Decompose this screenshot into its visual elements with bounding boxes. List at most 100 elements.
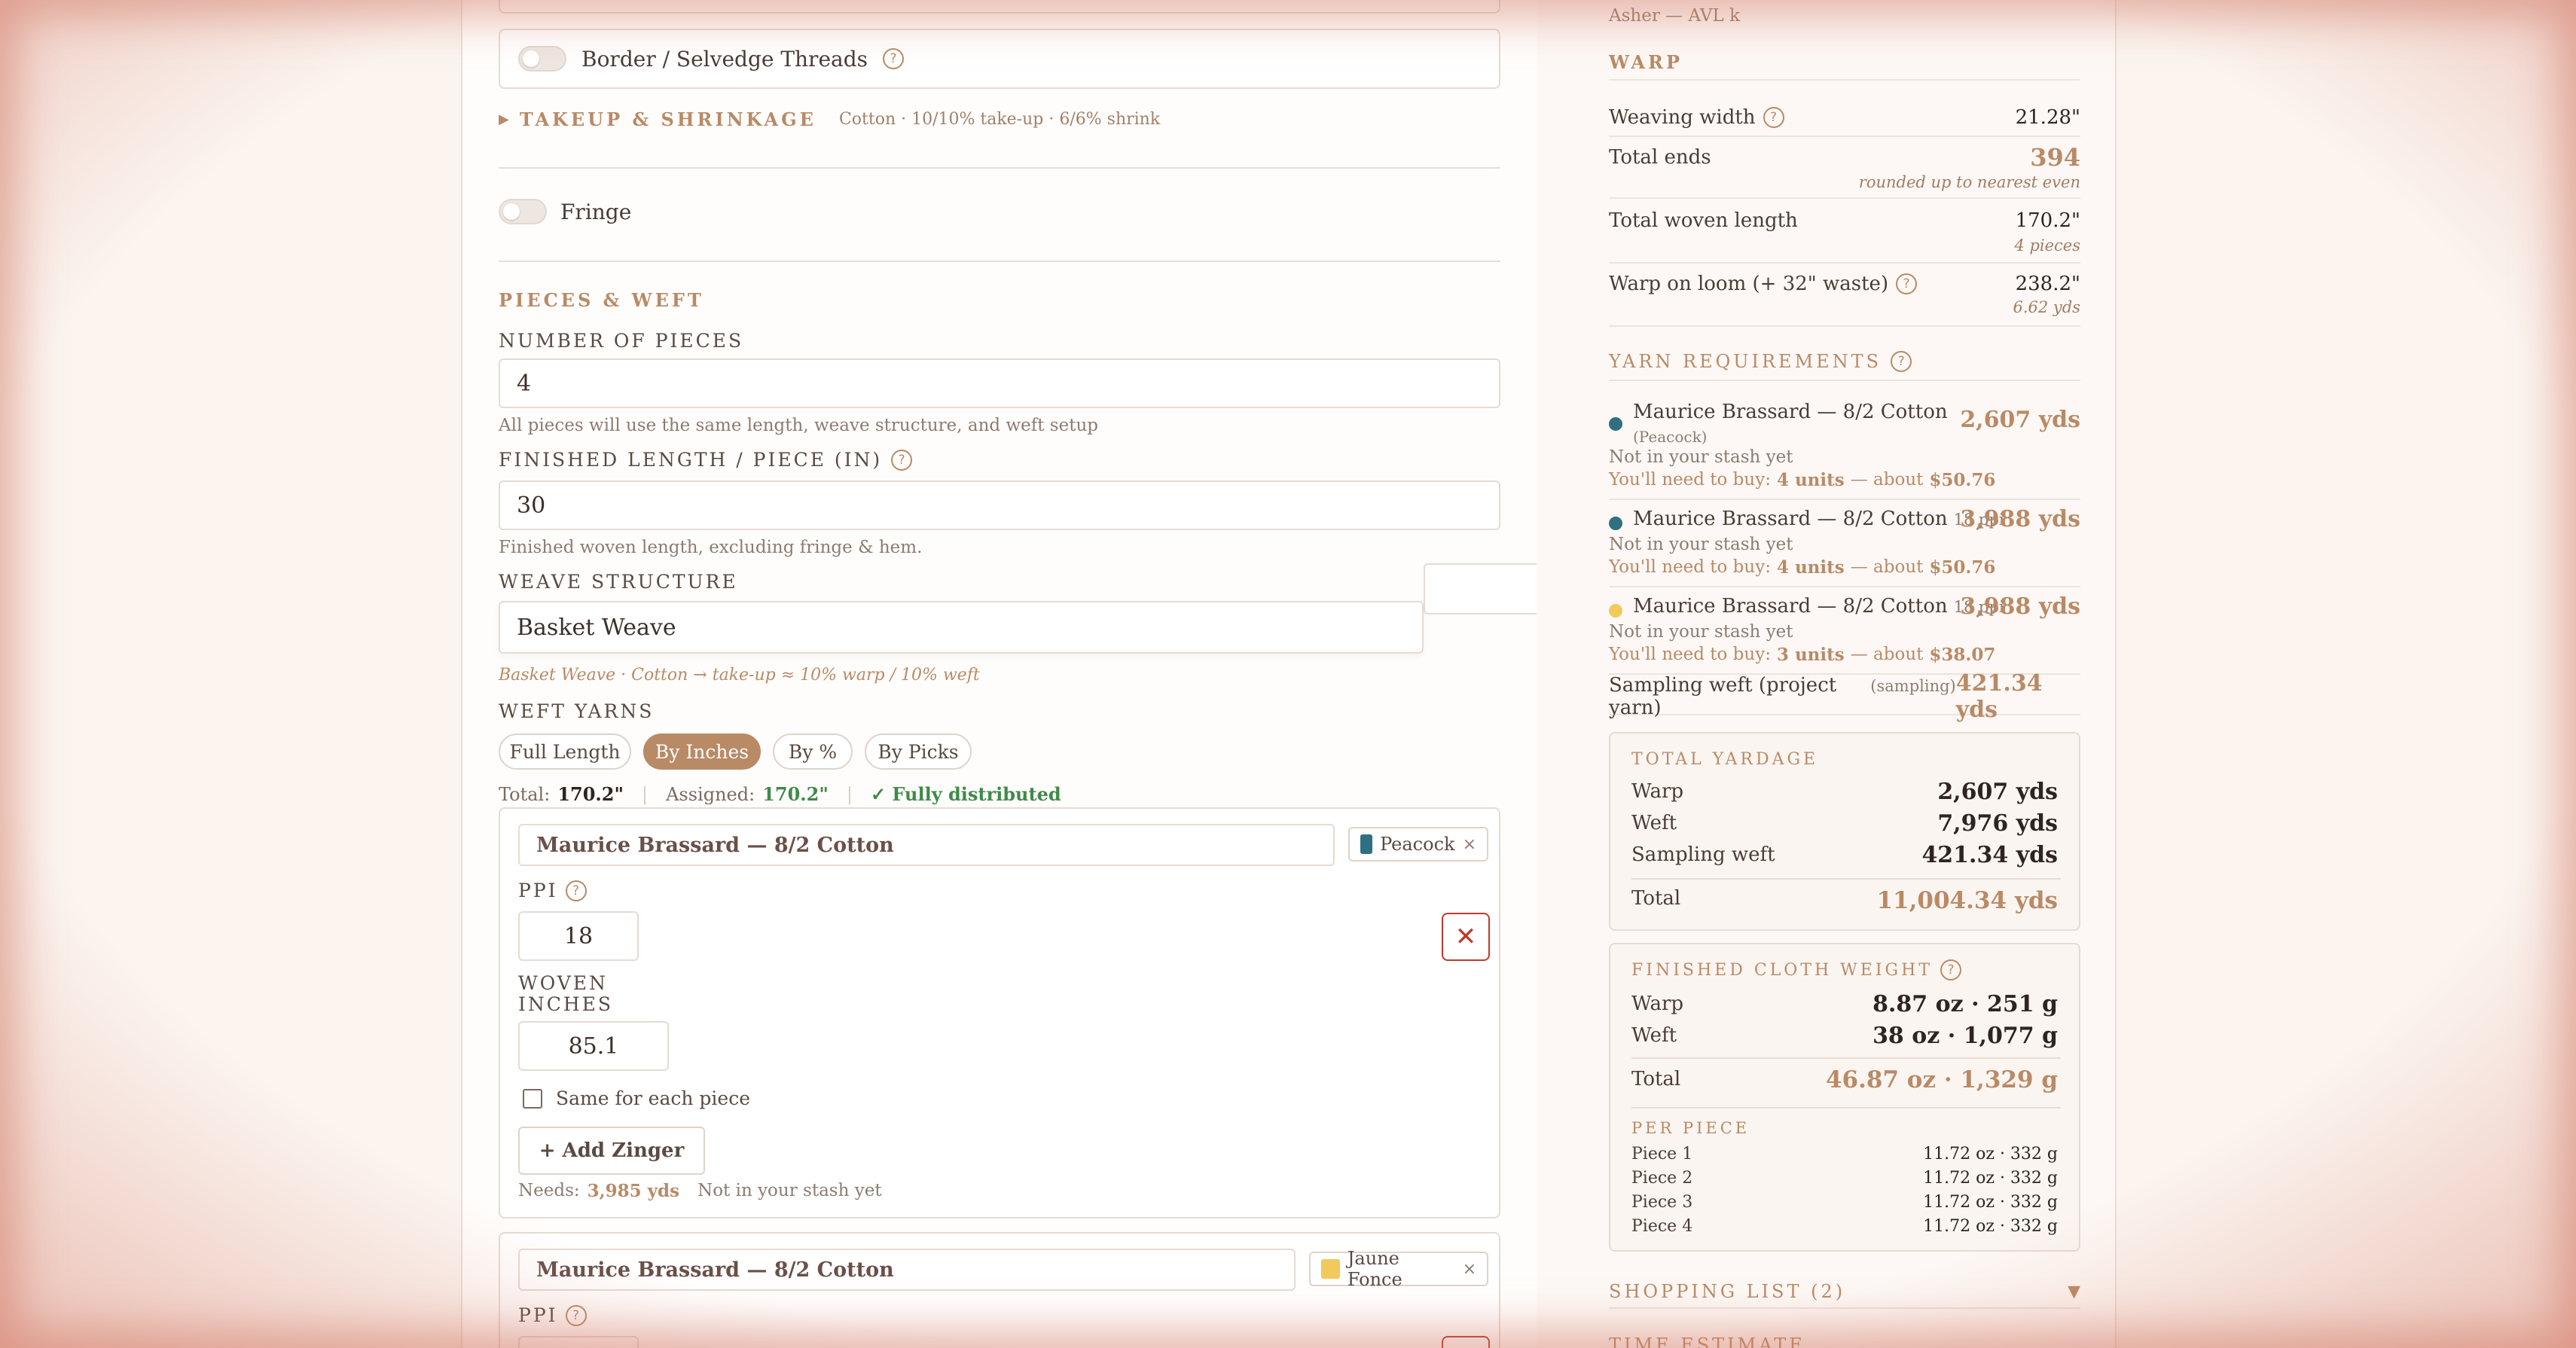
ppi-label: PPI (518, 1304, 558, 1326)
per-piece-heading: PER PIECE (1631, 1119, 1750, 1137)
fringe-toggle[interactable] (499, 199, 547, 224)
buy-units: 3 units (1776, 645, 1845, 665)
weight-total-label: Total (1631, 1068, 1681, 1090)
border-threads-label: Border / Selvedge Threads (581, 46, 868, 72)
remove-weft-button[interactable]: ✕ (1442, 1336, 1490, 1348)
warp-on-loom-value: 238.2" (2015, 273, 2080, 295)
num-pieces-input[interactable]: 4 (499, 358, 1500, 408)
help-icon[interactable]: ? (565, 880, 587, 901)
warp-on-loom-row: Warp on loom (+ 32" waste) ? 238.2" 6.62… (1609, 267, 2080, 327)
assigned-value: 170.2" (762, 783, 829, 805)
weft-mode-full-length[interactable]: Full Length (499, 733, 631, 770)
previous-field[interactable] (499, 0, 1500, 14)
color-tag[interactable]: Peacock × (1348, 827, 1488, 862)
close-icon[interactable]: × (1463, 1260, 1476, 1279)
weight-total-value: 46.87 oz · 1,329 g (1825, 1066, 2058, 1093)
help-icon[interactable]: ? (565, 1304, 587, 1326)
help-icon[interactable]: ? (1763, 107, 1784, 128)
fringe-row[interactable]: Fringe (499, 199, 631, 224)
piece-value: 11.72 oz · 332 g (1923, 1193, 2058, 1212)
assigned-label: Assigned: (666, 783, 755, 805)
piece-value: 11.72 oz · 332 g (1923, 1217, 2058, 1236)
weft-mode-by-inches[interactable]: By Inches (643, 733, 761, 770)
yarn-stash: Not in your stash yet (1609, 535, 1793, 554)
triangle-right-icon: ▶ (499, 111, 509, 127)
weft-mode-by-picks[interactable]: By Picks (865, 733, 972, 770)
yarn-name: Maurice Brassard — 8/2 Cotton (1633, 401, 1948, 423)
add-zinger-button[interactable]: + Add Zinger (518, 1127, 705, 1175)
remove-weft-button[interactable]: ✕ (1442, 913, 1490, 961)
buy-prefix: You'll need to buy: (1609, 645, 1771, 664)
ppi-input[interactable] (518, 1336, 639, 1348)
buy-about: — about (1850, 470, 1924, 489)
warp-on-loom-sub: 6.62 yds (2013, 298, 2080, 316)
weight-weft-value: 38 oz · 1,077 g (1872, 1023, 2058, 1049)
loom-info: Asher — AVL k (1609, 6, 1741, 26)
weft-totals-row: Total: 170.2" | Assigned: 170.2" | ✓ Ful… (499, 783, 1061, 805)
summary-sidebar: Asher — AVL k WARP Weaving width ? 21.28… (1537, 0, 2117, 1348)
weft-yarn-card: Maurice Brassard — 8/2 Cotton Jaune Fonc… (499, 1232, 1500, 1348)
yardage-sampling-value: 421.34 yds (1921, 842, 2058, 868)
same-each-piece-label: Same for each piece (556, 1087, 751, 1109)
weaving-width-label: Weaving width (1609, 106, 1756, 129)
cloth-weight-card: FINISHED CLOTH WEIGHT ? Warp 8.87 oz · 2… (1609, 943, 2080, 1252)
total-ends-value: 394 (2030, 143, 2080, 172)
weave-structure-dropdown-edge[interactable] (1424, 563, 1546, 615)
buy-price: $50.76 (1929, 470, 1996, 490)
woven-inches-label-line2: INCHES (518, 993, 614, 1015)
warp-heading: WARP (1609, 51, 2080, 81)
yarn-req-heading-row: YARN REQUIREMENTS ? (1609, 351, 2080, 381)
needs-row: Needs: 3,985 yds Not in your stash yet (518, 1181, 882, 1201)
warp-on-loom-label: Warp on loom (+ 32" waste) (1609, 273, 1889, 295)
yarn-req-item: Maurice Brassard — 8/2 Cotton (Peacock) … (1609, 396, 2080, 500)
yarn-amount: 2,607 yds (1960, 407, 2080, 433)
border-threads-toggle[interactable] (518, 46, 566, 72)
piece-label: Piece 1 (1631, 1145, 1693, 1163)
num-pieces-label: NUMBER OF PIECES (499, 330, 744, 352)
pieces-weft-heading: PIECES & WEFT (499, 289, 704, 311)
close-icon[interactable]: × (1463, 835, 1476, 854)
piece-label: Piece 3 (1631, 1193, 1693, 1212)
woven-inches-input[interactable]: 85.1 (518, 1021, 669, 1071)
weft-yarn-select[interactable]: Maurice Brassard — 8/2 Cotton (518, 824, 1335, 866)
finished-length-label-row: FINISHED LENGTH / PIECE (IN) ? (499, 449, 913, 471)
weft-yarn-select[interactable]: Maurice Brassard — 8/2 Cotton (518, 1249, 1296, 1291)
help-icon[interactable]: ? (1891, 351, 1912, 372)
buy-prefix: You'll need to buy: (1609, 557, 1771, 577)
yarn-req-heading: YARN REQUIREMENTS (1609, 351, 1882, 372)
woven-inches-label: WOVEN INCHES (518, 973, 613, 1015)
chevron-down-icon: ▼ (2068, 1282, 2080, 1301)
color-swatch (1360, 834, 1373, 854)
weight-weft-label: Weft (1631, 1024, 1677, 1047)
finished-length-input[interactable]: 30 (499, 480, 1500, 530)
weave-structure-select[interactable]: Basket Weave (499, 601, 1424, 654)
ppi-input[interactable]: 18 (518, 911, 639, 961)
sampling-tag: (sampling) (1870, 677, 1956, 695)
color-tag[interactable]: Jaune Fonce × (1309, 1248, 1488, 1290)
stash-status: Not in your stash yet (697, 1181, 882, 1200)
same-each-piece-row[interactable]: Same for each piece (523, 1087, 750, 1109)
sampling-value: 421.34 yds (1955, 670, 2043, 723)
piece-label: Piece 2 (1631, 1169, 1693, 1188)
yarn-amount: 3,988 yds (1960, 593, 2080, 620)
total-yardage-heading: TOTAL YARDAGE (1631, 750, 1819, 769)
shopping-list-toggle[interactable]: SHOPPING LIST (2) ▼ (1609, 1276, 2080, 1309)
time-estimate-label[interactable]: TIME ESTIMATE (1609, 1334, 1805, 1348)
separator: | (846, 783, 853, 805)
border-threads-row[interactable]: Border / Selvedge Threads ? (499, 29, 1500, 89)
yarn-color-dot (1609, 417, 1622, 431)
weight-warp-label: Warp (1631, 993, 1684, 1015)
help-icon[interactable]: ? (1896, 273, 1918, 294)
divider (499, 261, 1500, 262)
weft-mode-by-percent[interactable]: By % (773, 733, 853, 770)
piece-value: 11.72 oz · 332 g (1923, 1169, 2058, 1188)
weaving-width-value: 21.28" (2015, 106, 2080, 129)
total-yardage-card: TOTAL YARDAGE Warp 2,607 yds Weft 7,976 … (1609, 732, 2080, 931)
takeup-section[interactable]: ▶ TAKEUP & SHRINKAGE Cotton · 10/10% tak… (499, 108, 1160, 130)
help-icon[interactable]: ? (883, 48, 904, 69)
same-each-piece-checkbox[interactable] (523, 1088, 542, 1109)
help-icon[interactable]: ? (891, 449, 913, 471)
finished-length-hint: Finished woven length, excluding fringe … (499, 538, 923, 557)
help-icon[interactable]: ? (1940, 959, 1961, 981)
shopping-list-label: SHOPPING LIST (2) (1609, 1281, 1846, 1302)
